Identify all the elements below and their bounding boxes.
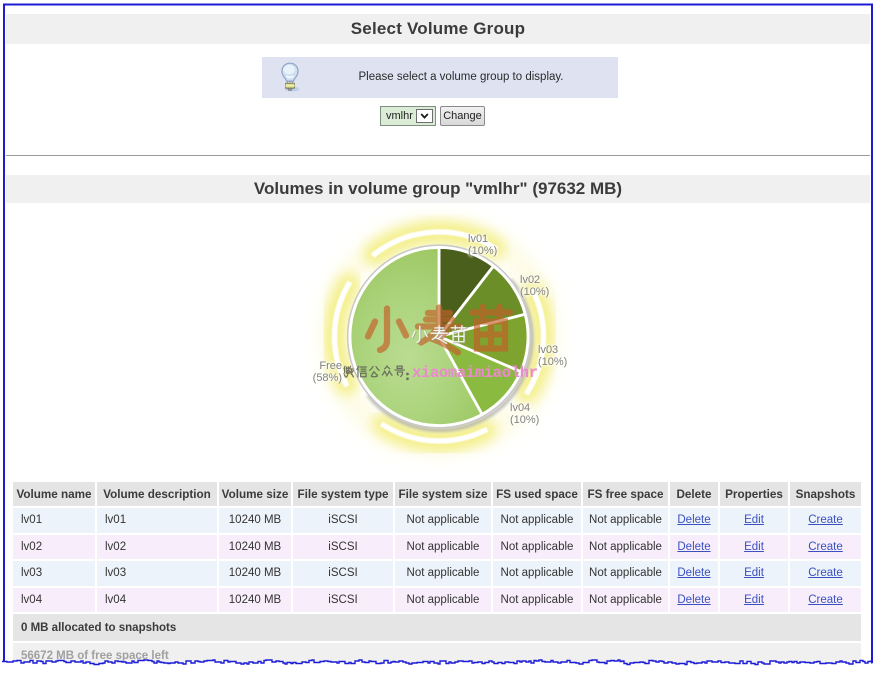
- svg-text:xiaomaimiaolhr: xiaomaimiaolhr: [412, 364, 538, 382]
